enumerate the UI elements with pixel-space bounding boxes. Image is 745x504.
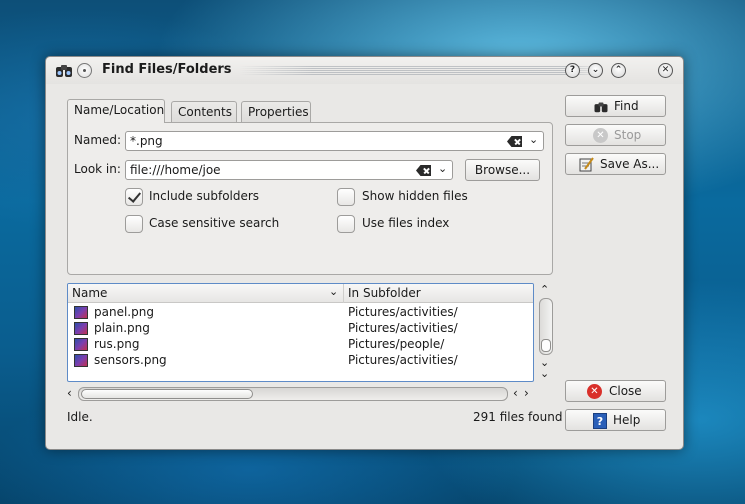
- image-file-icon: [74, 354, 88, 367]
- file-name: plain.png: [94, 321, 150, 335]
- stop-button[interactable]: ✕ Stop: [565, 124, 666, 146]
- column-in-subfolder[interactable]: In Subfolder: [348, 286, 421, 300]
- tab-contents[interactable]: Contents: [171, 101, 237, 122]
- use-index-label[interactable]: Use files index: [362, 216, 449, 230]
- lookin-value: file:///home/joe: [130, 163, 221, 177]
- table-row[interactable]: panel.png Pictures/activities/: [68, 305, 533, 321]
- results-list[interactable]: Name ⌄ In Subfolder panel.png Pictures/a…: [67, 283, 534, 382]
- find-button[interactable]: Find: [565, 95, 666, 117]
- results-header: Name ⌄ In Subfolder: [68, 284, 533, 303]
- column-divider: [343, 284, 344, 303]
- scroll-up-icon[interactable]: ⌃: [540, 283, 549, 296]
- file-name: sensors.png: [94, 353, 167, 367]
- file-folder: Pictures/activities/: [348, 353, 458, 367]
- named-combo[interactable]: *.png ⌄: [125, 131, 544, 151]
- close-label: Close: [609, 384, 642, 398]
- title-decoration: [239, 66, 601, 76]
- vertical-scroll-handle[interactable]: [541, 339, 551, 352]
- show-hidden-checkbox[interactable]: [337, 188, 355, 206]
- table-row[interactable]: rus.png Pictures/people/: [68, 337, 533, 353]
- status-text: Idle.: [67, 410, 93, 424]
- stop-icon: ✕: [593, 128, 608, 143]
- file-name: panel.png: [94, 305, 154, 319]
- scroll-right-icon[interactable]: ›: [524, 386, 529, 400]
- file-folder: Pictures/people/: [348, 337, 445, 351]
- help-title-button[interactable]: ?: [565, 63, 580, 78]
- binoculars-icon: [594, 102, 608, 113]
- use-index-checkbox[interactable]: [337, 215, 355, 233]
- include-subfolders-checkbox[interactable]: [125, 188, 143, 206]
- maximize-button[interactable]: ⌃: [611, 63, 626, 78]
- scroll-left-icon[interactable]: ‹: [67, 386, 72, 400]
- named-value: *.png: [130, 134, 163, 148]
- vertical-scroll-track[interactable]: [539, 298, 553, 355]
- named-label: Named:: [74, 133, 122, 147]
- name-location-panel: Named: *.png ⌄ Look in: file:///home/joe…: [67, 122, 553, 275]
- lookin-combo[interactable]: file:///home/joe ⌄: [125, 160, 453, 180]
- horizontal-scroll-handle[interactable]: [81, 389, 253, 399]
- binoculars-icon: [56, 65, 72, 77]
- find-label: Find: [614, 99, 639, 113]
- browse-button[interactable]: Browse...: [465, 159, 540, 181]
- help-label: Help: [613, 413, 641, 427]
- image-file-icon: [74, 306, 88, 319]
- save-as-icon: [579, 157, 594, 172]
- tab-properties[interactable]: Properties: [241, 101, 311, 122]
- pin-icon[interactable]: [77, 63, 92, 78]
- clear-named-icon[interactable]: [507, 136, 522, 147]
- stop-label: Stop: [614, 128, 642, 142]
- lookin-label: Look in:: [74, 162, 121, 176]
- find-files-dialog: Find Files/Folders ? ⌄ ⌃ ✕ Name/Location…: [45, 56, 684, 450]
- image-file-icon: [74, 322, 88, 335]
- vertical-scrollbar[interactable]: ⌃ ⌄ ⌄: [537, 283, 555, 382]
- file-folder: Pictures/activities/: [348, 305, 458, 319]
- scroll-down-icon-2[interactable]: ⌄: [540, 367, 549, 380]
- help-icon: ?: [593, 413, 607, 429]
- horizontal-scroll-track[interactable]: [78, 387, 508, 401]
- close-icon: ✕: [587, 384, 602, 399]
- title-bar[interactable]: Find Files/Folders ? ⌄ ⌃ ✕: [46, 57, 683, 84]
- tab-name-location[interactable]: Name/Location: [67, 99, 165, 123]
- window-title: Find Files/Folders: [102, 62, 232, 77]
- clear-lookin-icon[interactable]: [416, 165, 431, 176]
- close-button[interactable]: ✕ Close: [565, 380, 666, 402]
- column-name[interactable]: Name: [72, 286, 107, 300]
- save-as-button[interactable]: Save As...: [565, 153, 666, 175]
- chevron-down-icon[interactable]: ⌄: [438, 162, 447, 175]
- files-found-count: 291 files found: [473, 410, 563, 424]
- save-as-label: Save As...: [600, 157, 660, 171]
- case-sensitive-label[interactable]: Case sensitive search: [149, 216, 279, 230]
- file-folder: Pictures/activities/: [348, 321, 458, 335]
- close-window-button[interactable]: ✕: [658, 63, 673, 78]
- table-row[interactable]: sensors.png Pictures/activities/: [68, 353, 533, 369]
- sort-chevron-icon[interactable]: ⌄: [329, 285, 338, 298]
- chevron-down-icon[interactable]: ⌄: [529, 133, 538, 146]
- minimize-button[interactable]: ⌄: [588, 63, 603, 78]
- help-button[interactable]: ? Help: [565, 409, 666, 431]
- horizontal-scrollbar[interactable]: ‹ ‹ ›: [67, 386, 534, 402]
- show-hidden-label[interactable]: Show hidden files: [362, 189, 468, 203]
- table-row[interactable]: plain.png Pictures/activities/: [68, 321, 533, 337]
- scroll-left-icon-2[interactable]: ‹: [513, 386, 518, 400]
- case-sensitive-checkbox[interactable]: [125, 215, 143, 233]
- image-file-icon: [74, 338, 88, 351]
- include-subfolders-label[interactable]: Include subfolders: [149, 189, 259, 203]
- file-name: rus.png: [94, 337, 140, 351]
